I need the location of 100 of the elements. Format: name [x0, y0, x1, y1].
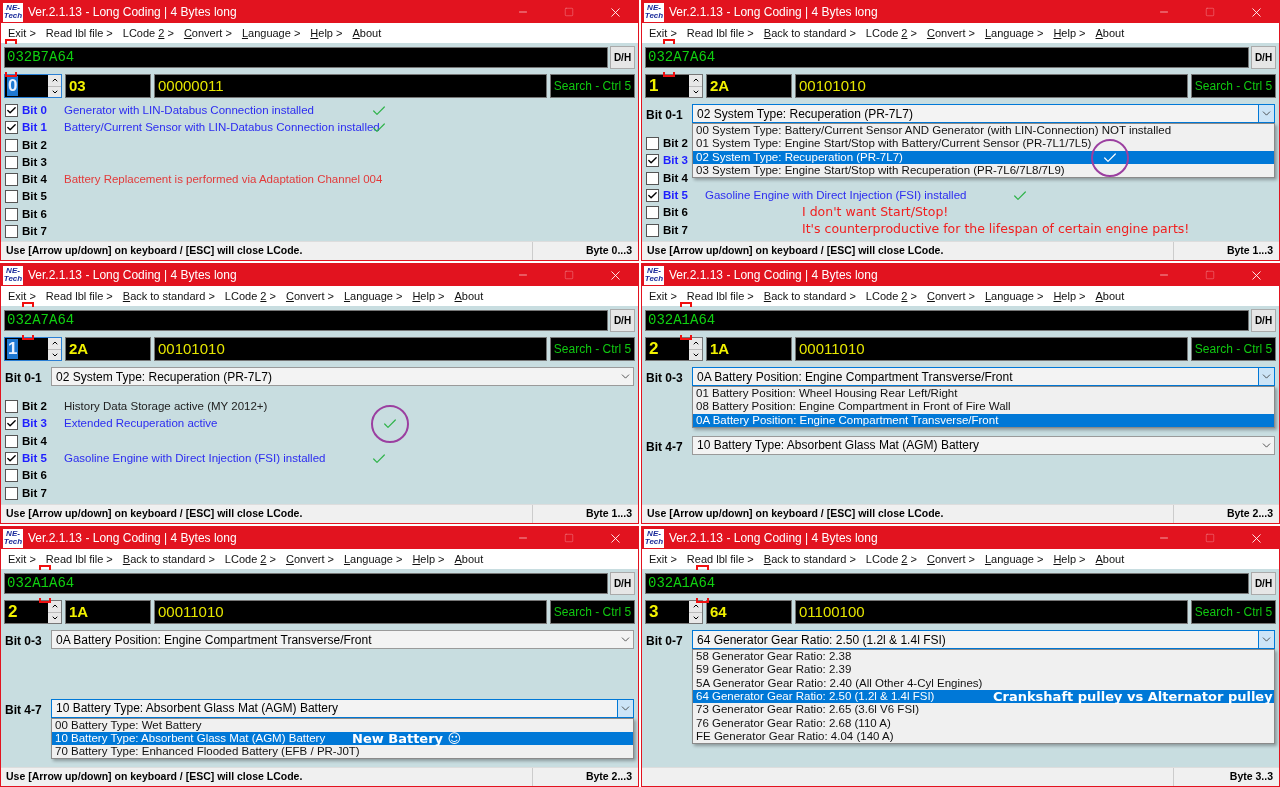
menu-item[interactable]: About — [449, 287, 489, 305]
dh-button[interactable]: D/H — [1251, 572, 1276, 595]
byte-spinner[interactable]: 1 — [645, 74, 703, 98]
menu-item[interactable]: About — [347, 24, 387, 42]
byte-spinner[interactable]: 1 — [4, 337, 62, 361]
checkbox[interactable] — [5, 452, 18, 465]
menu-item[interactable]: Help > — [407, 550, 450, 568]
dropdown-option[interactable]: 70 Battery Type: Enhanced Flooded Battery (EFB / PR-J0T) — [52, 745, 633, 759]
menu-item[interactable]: Convert > — [921, 24, 980, 42]
menu-item[interactable]: Exit > — [644, 550, 682, 568]
menu-item[interactable]: Language > — [979, 287, 1049, 305]
dropdown-option[interactable]: 00 Battery Type: Wet Battery — [52, 718, 633, 732]
checkbox[interactable] — [5, 417, 18, 431]
checkbox[interactable] — [5, 121, 18, 135]
dh-button[interactable]: D/H — [610, 309, 635, 332]
checkbox[interactable] — [5, 138, 18, 152]
dropdown[interactable]: 10 Battery Type: Absorbent Glass Mat (AGM) Battery — [692, 435, 1275, 455]
menu-item[interactable]: Language > — [979, 24, 1049, 42]
checkbox[interactable] — [646, 154, 659, 168]
dropdown-option[interactable]: 76 Generator Gear Ratio: 2.68 (110 A) — [693, 716, 1274, 730]
menu-item[interactable]: Exit > — [644, 287, 682, 305]
menu-item[interactable]: Read lbl file > — [40, 550, 118, 568]
dropdown-option[interactable]: 5A Generator Gear Ratio: 2.40 (All Other 4-Cyl Engines) — [693, 676, 1274, 690]
dropdown[interactable]: 0A Battery Position: Engine Compartment Transverse/Front — [692, 367, 1275, 386]
menu-item[interactable]: Back to standard > — [758, 24, 861, 42]
menu-item[interactable]: Back to standard > — [758, 287, 861, 305]
menu-item[interactable]: Read lbl file > — [40, 24, 118, 42]
menu-item[interactable]: Language > — [338, 550, 408, 568]
menu-item[interactable]: Back to standard > — [117, 550, 220, 568]
menu-item[interactable]: LCode 2 > — [219, 550, 281, 568]
checkbox[interactable] — [5, 207, 18, 221]
menu-item[interactable]: Convert > — [280, 287, 339, 305]
byte-spinner[interactable]: 2 — [4, 600, 62, 624]
search-button[interactable]: Search - Ctrl 5 — [550, 600, 635, 624]
dropdown[interactable]: 64 Generator Gear Ratio: 2.50 (1.2l & 1.4l FSI) — [692, 630, 1275, 649]
dropdown[interactable]: 02 System Type: Recuperation (PR-7L7) — [51, 367, 634, 386]
dh-button[interactable]: D/H — [1251, 46, 1276, 69]
menu-item[interactable]: About — [1090, 550, 1130, 568]
menu-item[interactable]: Read lbl file > — [681, 24, 759, 42]
menu-item[interactable]: LCode 2 > — [860, 24, 922, 42]
checkbox[interactable] — [5, 399, 18, 413]
menu-item[interactable]: Help > — [1048, 550, 1091, 568]
checkbox[interactable] — [646, 223, 659, 237]
byte-spinner[interactable]: 2 — [645, 337, 703, 361]
menu-item[interactable]: Read lbl file > — [40, 287, 118, 305]
search-button[interactable]: Search - Ctrl 5 — [1191, 600, 1276, 624]
menu-item[interactable]: Convert > — [280, 550, 339, 568]
search-button[interactable]: Search - Ctrl 5 — [1191, 337, 1276, 361]
dropdown-option[interactable]: 02 System Type: Recuperation (PR-7L7) — [693, 150, 1274, 164]
dropdown-option[interactable]: FE Generator Gear Ratio: 4.04 (140 A) — [693, 729, 1274, 744]
dropdown-option[interactable]: 0A Battery Position: Engine Compartment Transverse/Front — [693, 413, 1274, 427]
byte-spinner[interactable]: 3 — [645, 600, 703, 624]
dropdown[interactable]: 02 System Type: Recuperation (PR-7L7) — [692, 104, 1275, 123]
menu-item[interactable]: Language > — [236, 24, 306, 42]
menu-item[interactable]: Exit > — [3, 287, 41, 305]
menu-item[interactable]: Help > — [1048, 287, 1091, 305]
menu-item[interactable]: Help > — [407, 287, 450, 305]
dh-button[interactable]: D/H — [610, 572, 635, 595]
dropdown-option[interactable]: 58 Generator Gear Ratio: 2.38 — [693, 650, 1274, 664]
menu-item[interactable]: LCode 2 > — [117, 24, 179, 42]
checkbox[interactable] — [5, 155, 18, 169]
checkbox[interactable] — [646, 189, 659, 202]
search-button[interactable]: Search - Ctrl 5 — [550, 337, 635, 361]
dh-button[interactable]: D/H — [1251, 309, 1276, 332]
dropdown-option[interactable]: 64 Generator Gear Ratio: 2.50 (1.2l & 1.4l FSI) Crankshaft pulley vs Alternator pulley — [693, 689, 1274, 704]
menu-item[interactable]: Language > — [338, 287, 408, 305]
dropdown-option[interactable]: 01 Battery Position: Wheel Housing Rear Left/Right — [693, 387, 1274, 401]
dropdown-option[interactable]: 73 Generator Gear Ratio: 2.65 (3.6l V6 FSI) — [693, 703, 1274, 717]
dropdown[interactable]: 0A Battery Position: Engine Compartment Transverse/Front — [51, 630, 634, 649]
checkbox[interactable] — [5, 434, 18, 448]
dh-button[interactable]: D/H — [610, 46, 635, 69]
byte-spinner[interactable]: 0 — [4, 74, 62, 98]
menu-item[interactable]: Help > — [1048, 24, 1091, 42]
checkbox[interactable] — [646, 171, 659, 185]
dropdown-option[interactable]: 10 Battery Type: Absorbent Glass Mat (AGM) Battery New Battery ☺ — [52, 731, 633, 746]
menu-item[interactable]: LCode 2 > — [219, 287, 281, 305]
checkbox[interactable] — [5, 173, 18, 187]
menu-item[interactable]: Read lbl file > — [681, 550, 759, 568]
menu-item[interactable]: Exit > — [644, 24, 682, 42]
menu-item[interactable]: About — [1090, 287, 1130, 305]
checkbox[interactable] — [5, 104, 18, 118]
search-button[interactable]: Search - Ctrl 5 — [1191, 74, 1276, 98]
dropdown-option[interactable]: 03 System Type: Engine Start/Stop with Recuperation (PR-7L6/7L8/7L9) — [693, 163, 1274, 178]
menu-item[interactable]: Convert > — [921, 550, 980, 568]
checkbox[interactable] — [646, 136, 659, 150]
menu-item[interactable]: LCode 2 > — [860, 550, 922, 568]
menu-item[interactable]: LCode 2 > — [860, 287, 922, 305]
menu-item[interactable]: About — [1090, 24, 1130, 42]
menu-item[interactable]: Language > — [979, 550, 1049, 568]
checkbox[interactable] — [5, 224, 18, 238]
menu-item[interactable]: Back to standard > — [117, 287, 220, 305]
checkbox[interactable] — [5, 469, 18, 483]
search-button[interactable]: Search - Ctrl 5 — [550, 74, 635, 98]
menu-item[interactable]: Exit > — [3, 550, 41, 568]
dropdown-option[interactable]: 08 Battery Position: Engine Compartment in Front of Fire Wall — [693, 400, 1274, 414]
menu-item[interactable]: Exit > — [3, 24, 41, 42]
menu-item[interactable]: Convert > — [921, 287, 980, 305]
dropdown-option[interactable]: 59 Generator Gear Ratio: 2.39 — [693, 663, 1274, 677]
dropdown-option[interactable]: 00 System Type: Battery/Current Sensor AND Generator (with LIN-Connection) NOT installed — [693, 124, 1274, 138]
menu-item[interactable]: Help > — [305, 24, 348, 42]
